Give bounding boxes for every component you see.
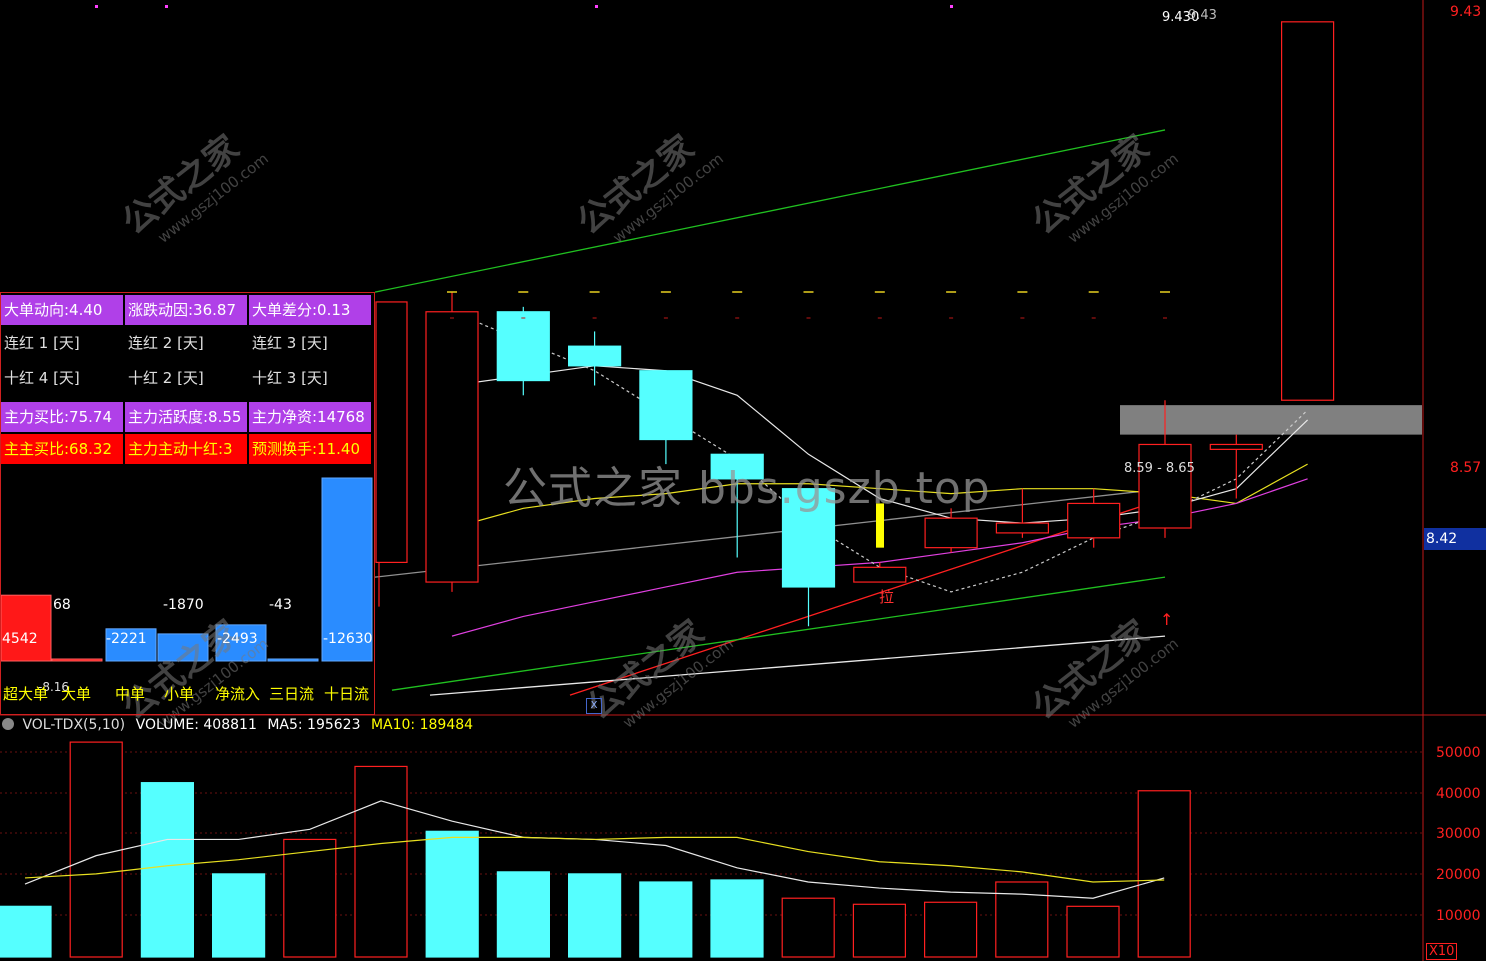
- flow-category-10day: 十日流: [324, 685, 370, 703]
- price-tick-top: 9.43: [1450, 4, 1482, 20]
- event-marker[interactable]: X: [586, 698, 602, 714]
- volume-bar-0: [0, 905, 52, 958]
- top-marker-2: [595, 5, 598, 8]
- volume-indicator-title[interactable]: VOL-TDX(5,10): [22, 717, 125, 733]
- volume-value: VOLUME: 408811: [135, 717, 257, 733]
- vol-tick-10000: 10000: [1436, 908, 1481, 924]
- flow-value-3day: -43: [269, 597, 292, 613]
- vol-tick-20000: 20000: [1436, 867, 1481, 883]
- volume-bar-11: [781, 897, 835, 958]
- volume-header: VOL-TDX(5,10) VOLUME: 408811 MA5: 195623…: [2, 717, 473, 733]
- info-cell-main-buy-ratio: 主力买比:75.74: [1, 402, 123, 432]
- info-cell-active-buy-ratio: 主主买比:68.32: [1, 434, 123, 464]
- candle-body-7: [924, 517, 978, 549]
- candle-body-10: [1138, 443, 1192, 529]
- info-cell-consecutive-red-2: 连红 2 [天]: [128, 334, 204, 352]
- volume-bar-8: [567, 873, 622, 958]
- center-watermark: 公式之家 bbs.gszb.top: [503, 463, 991, 514]
- flow-category-3day: 三日流: [269, 685, 315, 703]
- vol-tick-40000: 40000: [1436, 786, 1481, 802]
- top-marker-0: [95, 5, 98, 8]
- volume-bar-15: [1066, 905, 1120, 958]
- info-cell-big-order-trend: 大单动向:4.40: [1, 295, 123, 325]
- lala-label: 拉: [879, 588, 895, 606]
- info-cell-ten-red-1: 十红 4 [天]: [4, 369, 80, 387]
- volume-bar-3: [212, 873, 266, 958]
- volume-ma10: MA10: 189484: [370, 717, 474, 733]
- volume-bar-6: [425, 830, 479, 958]
- collapse-icon[interactable]: [2, 718, 14, 730]
- volume-bar-1: [69, 741, 123, 958]
- price-tick-mid: 8.57: [1450, 460, 1482, 476]
- flow-value-super-large: 4542: [2, 631, 38, 647]
- flow-category-super-large: 超大单: [3, 685, 49, 703]
- volume-ma5: MA5: 195623: [267, 717, 361, 733]
- volume-bar-9: [639, 881, 693, 958]
- candle-body-3: [639, 370, 693, 441]
- volume-bar-10: [710, 879, 764, 958]
- range-label: 8.59 - 8.65: [1124, 461, 1195, 476]
- info-cell-main-net-capital: 主力净资:14768: [249, 402, 371, 432]
- volume-bar-5: [354, 765, 408, 958]
- info-cell-rise-fall-cause: 涨跌动因:36.87: [125, 295, 247, 325]
- volume-bar-16: [1137, 790, 1191, 958]
- candle-body-12: [1280, 21, 1335, 401]
- flow-value-10day: -12630: [323, 631, 373, 647]
- flow-value-small: -1870: [163, 597, 204, 613]
- flow-value-net-inflow: -2493: [217, 631, 258, 647]
- candle-body-11: [1209, 443, 1263, 450]
- volume-bar-7: [496, 871, 550, 958]
- high-price-label-shadow: 9.43: [1188, 8, 1217, 23]
- info-cell-main-activity: 主力活跃度:8.55: [125, 402, 247, 432]
- vol-tick-30000: 30000: [1436, 826, 1481, 842]
- volume-bar-12: [852, 903, 907, 958]
- info-cell-consecutive-red-3: 连红 3 [天]: [252, 334, 328, 352]
- candle-body-1: [496, 311, 550, 382]
- flow-category-medium: 中单: [115, 685, 146, 703]
- current-price-badge: 8.42: [1424, 528, 1486, 550]
- candle-body-8: [995, 522, 1050, 534]
- info-cell-ten-red-2: 十红 2 [天]: [128, 369, 204, 387]
- flow-category-large: 大单: [61, 685, 92, 703]
- volume-bar-2: [140, 782, 194, 958]
- vol-tick-50000: 50000: [1436, 745, 1481, 761]
- vol-unit-badge: X10: [1426, 943, 1458, 960]
- info-cell-consecutive-red-1: 连红 1 [天]: [4, 334, 80, 352]
- info-cell-ten-red-3: 十红 3 [天]: [252, 369, 328, 387]
- top-marker-3: [950, 5, 953, 8]
- info-cell-main-active-red: 主力主动十红:3: [125, 434, 247, 464]
- info-cell-forecast-turnover: 预测换手:11.40: [249, 434, 371, 464]
- top-marker-1: [165, 5, 168, 8]
- flow-category-net-inflow: 净流入: [215, 685, 261, 703]
- flow-value-medium: -2221: [106, 631, 147, 647]
- candle-body-edge: [375, 301, 408, 564]
- up-arrow-icon: ↑: [1160, 610, 1174, 629]
- candle-body-0: [425, 311, 479, 583]
- volume-bar-13: [923, 901, 978, 958]
- flow-value-large: 68: [53, 597, 71, 613]
- candle-body-6: [853, 566, 907, 583]
- candle-body-9: [1067, 502, 1121, 539]
- flow-category-small: 小单: [164, 685, 195, 703]
- candle-body-2: [567, 345, 622, 367]
- volume-bar-4: [283, 838, 337, 958]
- info-cell-big-order-diff: 大单差分:0.13: [249, 295, 371, 325]
